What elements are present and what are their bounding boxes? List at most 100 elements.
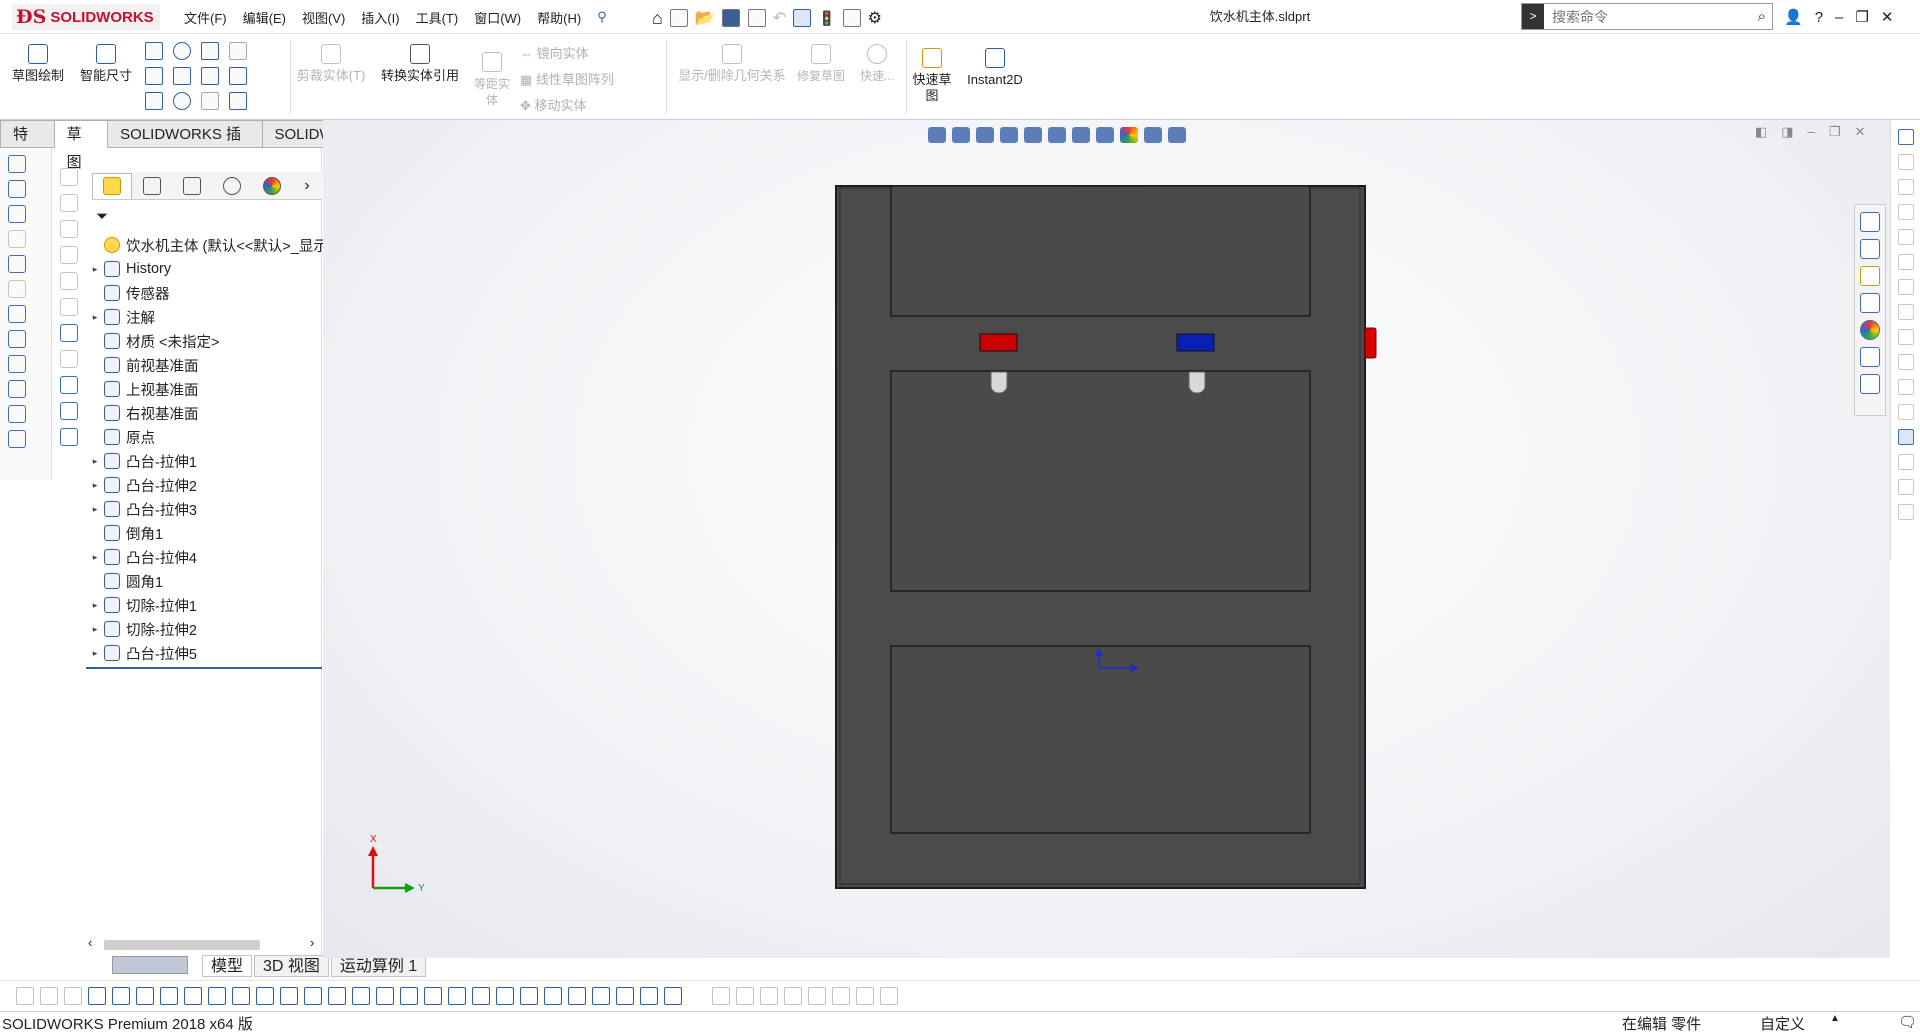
right-tool-9-icon[interactable] (1898, 329, 1914, 345)
sketch-tool-8-icon[interactable] (60, 350, 78, 368)
tree-item[interactable]: ▸ 凸台-拉伸5 (86, 641, 197, 665)
circle-icon[interactable] (173, 42, 191, 60)
selection-filter-icon[interactable] (736, 986, 754, 1005)
spline-icon[interactable] (201, 42, 219, 60)
selection-filter-icon[interactable] (448, 986, 466, 1005)
undo-icon[interactable]: ↶ (773, 8, 786, 28)
selection-filter-icon[interactable] (376, 986, 394, 1005)
display-relations-button[interactable]: 显示/删除几何关系 (672, 44, 792, 84)
home-icon[interactable]: ⌂ (652, 8, 663, 29)
tree-item[interactable]: ▸ 凸台-拉伸4 (86, 545, 197, 569)
sketch-tool-9-icon[interactable] (60, 376, 78, 394)
selection-filter-icon[interactable] (184, 986, 202, 1005)
viewport-close-icon[interactable]: ✕ (1854, 124, 1865, 140)
expand-arrow-icon[interactable]: ▸ (86, 600, 104, 611)
selection-filter-icon[interactable] (568, 986, 586, 1005)
menu-help[interactable]: 帮助(H) (529, 8, 589, 27)
sketch-tool-6-icon[interactable] (60, 298, 78, 316)
slot-icon[interactable] (145, 92, 163, 110)
sketch-tool-10-icon[interactable] (60, 402, 78, 420)
expand-arrow-icon[interactable]: ▸ (86, 456, 104, 467)
tab-addins[interactable]: SOLIDWORKS 插件 (108, 120, 263, 171)
right-tool-2-icon[interactable] (1898, 154, 1914, 170)
right-tool-4-icon[interactable] (1898, 204, 1914, 220)
pin-icon[interactable]: ⚲ (589, 9, 615, 25)
menu-insert[interactable]: 插入(I) (353, 8, 407, 27)
select-icon[interactable] (793, 9, 812, 27)
expand-arrow-icon[interactable]: ▸ (86, 624, 104, 635)
tree-item[interactable]: 前视基准面 (86, 353, 199, 377)
rapid-sketch-button[interactable]: 快速草图 (908, 48, 956, 104)
restore-icon[interactable]: ❐ (1855, 8, 1868, 26)
zoom-to-area-icon[interactable] (952, 127, 970, 143)
selection-filter-icon[interactable] (856, 986, 874, 1005)
selection-filter-icon[interactable] (880, 986, 898, 1005)
selection-filter-icon[interactable] (40, 986, 58, 1005)
fillet-icon[interactable] (8, 355, 26, 373)
previous-view-icon[interactable] (976, 127, 994, 143)
selection-filter-icon[interactable] (664, 986, 682, 1005)
right-tool-14-icon[interactable] (1898, 454, 1914, 470)
tree-horizontal-scrollbar[interactable]: ‹ › (86, 935, 322, 953)
display-style-icon[interactable] (1072, 127, 1090, 143)
help-icon[interactable]: ? (1815, 9, 1823, 26)
scroll-thumb[interactable] (104, 940, 260, 950)
repair-sketch-button[interactable]: 修复草图 (796, 44, 846, 84)
appearances-icon[interactable] (1860, 320, 1880, 340)
close-icon[interactable]: ✕ (1881, 8, 1894, 26)
expand-arrow-icon[interactable]: ▸ (86, 552, 104, 563)
tree-item[interactable]: 传感器 (86, 281, 170, 305)
tree-item[interactable]: 圆角1 (86, 569, 163, 593)
selection-filter-icon[interactable] (160, 986, 178, 1005)
open-icon[interactable]: 📂 (695, 8, 715, 28)
selection-filter-icon[interactable] (256, 986, 274, 1005)
fillet-sketch-icon[interactable] (201, 92, 219, 110)
zoom-to-fit-icon[interactable] (928, 127, 946, 143)
tree-item[interactable]: 原点 (86, 425, 155, 449)
rectangle-icon[interactable] (145, 67, 163, 85)
configurationmanager-tab[interactable] (172, 173, 212, 199)
selection-filter-icon[interactable] (520, 986, 538, 1005)
boundary-icon[interactable] (8, 280, 26, 298)
right-tool-6-icon[interactable] (1898, 254, 1914, 270)
right-tool-13-icon[interactable] (1898, 429, 1914, 445)
tab-features[interactable]: 特征 (0, 120, 55, 171)
selection-filter-icon[interactable] (760, 986, 778, 1005)
selection-filter-icon[interactable] (64, 986, 82, 1005)
quick-snaps-button[interactable]: 快速... (852, 44, 902, 84)
selection-filter-icon[interactable] (640, 986, 658, 1005)
chat-icon[interactable]: 🗨 (1898, 1013, 1917, 1031)
right-tool-11-icon[interactable] (1898, 379, 1914, 395)
menu-view[interactable]: 视图(V) (294, 8, 353, 27)
selection-filter-icon[interactable] (496, 986, 514, 1005)
menu-tools[interactable]: 工具(T) (408, 8, 467, 27)
menu-file[interactable]: 文件(F) (176, 8, 235, 27)
polygon-icon[interactable] (201, 67, 219, 85)
tree-item[interactable]: ▸ 凸台-拉伸3 (86, 497, 197, 521)
display-manager-tab[interactable] (252, 173, 292, 199)
construction-geometry-icon[interactable] (229, 42, 247, 60)
tabs-more-button[interactable]: › (292, 173, 322, 199)
sketch-tool-3-icon[interactable] (60, 220, 78, 238)
tree-item[interactable]: ▸ 凸台-拉伸2 (86, 473, 197, 497)
tree-item[interactable]: 右视基准面 (86, 401, 199, 425)
sketch-tool-2-icon[interactable] (60, 194, 78, 212)
selection-filter-icon[interactable] (88, 986, 106, 1005)
selection-filter-icon[interactable] (616, 986, 634, 1005)
selection-filter-icon[interactable] (592, 986, 610, 1005)
section-view-icon[interactable] (1000, 127, 1018, 143)
search-box[interactable]: > ⌕ (1521, 3, 1773, 30)
line-icon[interactable] (145, 42, 163, 60)
selection-filter-icon[interactable] (424, 986, 442, 1005)
selection-filter-icon[interactable] (232, 986, 250, 1005)
tab-3d-view[interactable]: 3D 视图 (254, 955, 329, 977)
new-document-icon[interactable] (669, 9, 688, 27)
selection-filter-icon[interactable] (328, 986, 346, 1005)
offset-entities-button[interactable]: 等距实体 (472, 52, 512, 108)
selection-filter-icon[interactable] (808, 986, 826, 1005)
selection-filter-icon[interactable] (112, 986, 130, 1005)
user-icon[interactable]: 👤 (1784, 8, 1803, 26)
reference-geometry-icon[interactable] (8, 430, 26, 448)
tree-item[interactable]: 材质 <未指定> (86, 329, 219, 353)
units-dropdown-icon[interactable]: ▲ (1830, 1013, 1840, 1024)
